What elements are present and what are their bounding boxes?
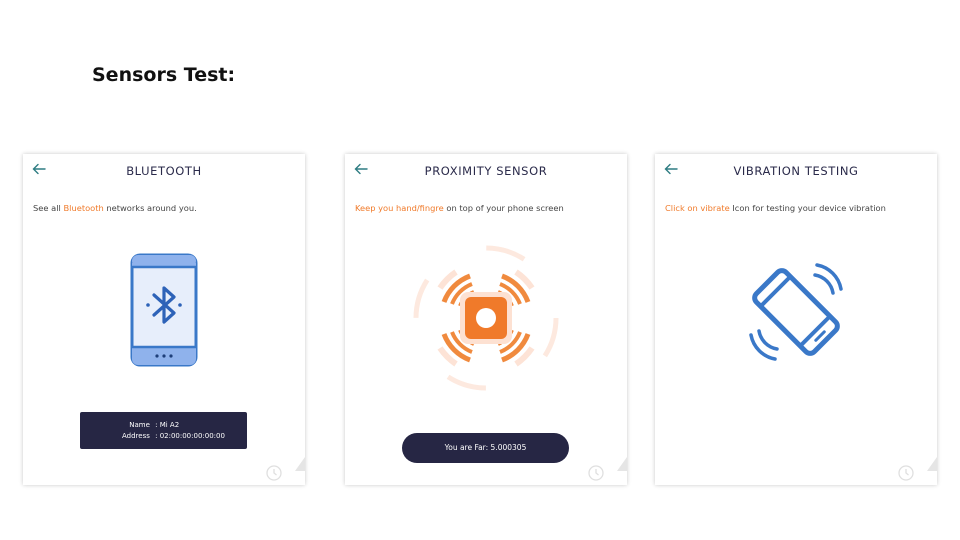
card-description: Keep you hand/fingre on top of your phon…	[355, 203, 564, 213]
proximity-waves-icon	[413, 245, 559, 391]
address-value: : 02:00:00:00:00:00	[155, 432, 225, 440]
timer-icon	[898, 465, 914, 481]
bluetooth-phone-icon	[130, 253, 198, 367]
corner-decoration-icon	[927, 457, 937, 471]
proximity-card: PROXIMITY SENSOR Keep you hand/fingre on…	[345, 154, 627, 485]
timer-icon	[588, 465, 604, 481]
card-title: VIBRATION TESTING	[733, 164, 859, 178]
timer-icon	[266, 465, 282, 481]
card-title: BLUETOOTH	[126, 164, 202, 178]
card-title: PROXIMITY SENSOR	[424, 164, 548, 178]
address-label: Address	[121, 432, 150, 440]
vibrating-phone-icon[interactable]	[743, 259, 849, 365]
proximity-status-pill: You are Far: 5.000305	[402, 433, 569, 463]
name-label: Name	[129, 421, 150, 429]
device-info-box: Name : Mi A2 Address : 02:00:00:00:00:00	[80, 412, 247, 449]
corner-decoration-icon	[617, 457, 627, 471]
name-value: : Mi A2	[155, 421, 180, 429]
corner-decoration-icon	[295, 457, 305, 471]
bluetooth-card: BLUETOOTH See all Bluetooth networks aro…	[23, 154, 305, 485]
card-description: See all Bluetooth networks around you.	[33, 203, 197, 213]
slide-title: Sensors Test:	[92, 64, 236, 86]
card-description: Click on vibrate Icon for testing your d…	[665, 203, 886, 213]
vibration-card: VIBRATION TESTING Click on vibrate Icon …	[655, 154, 937, 485]
